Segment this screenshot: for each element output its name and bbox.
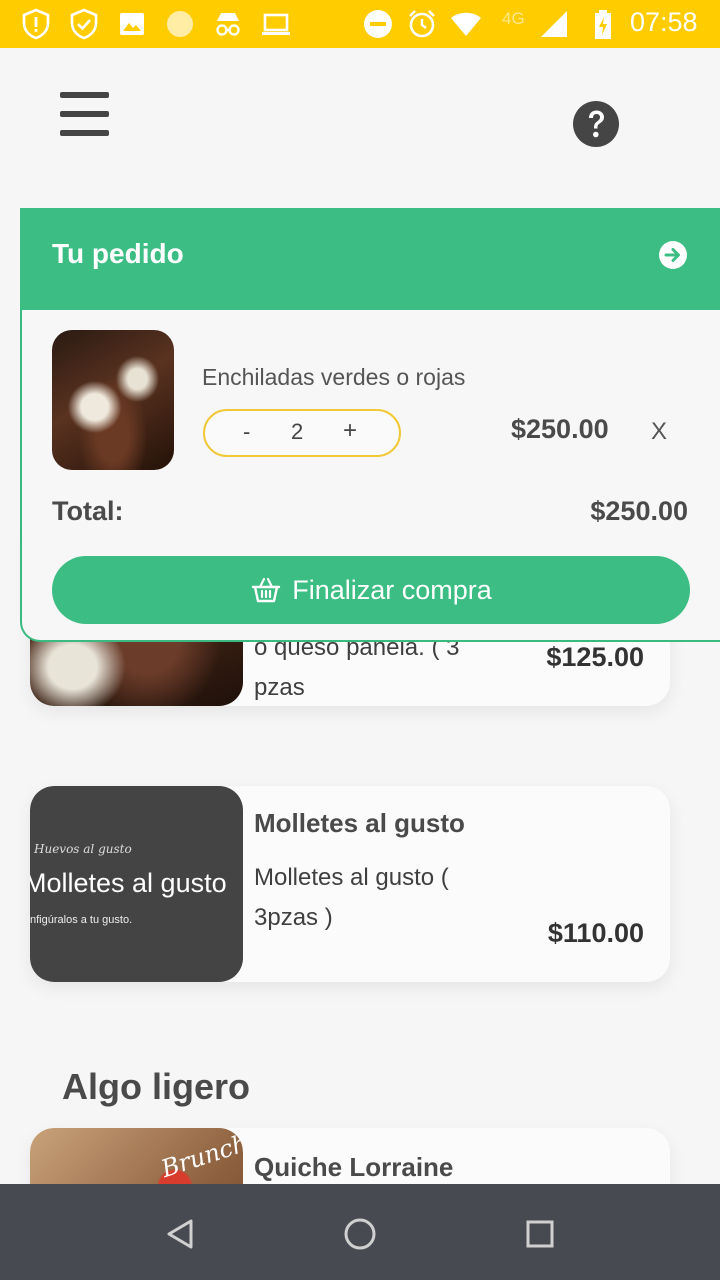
status-bar: 4G 07:58 [0,0,720,48]
back-triangle-icon[interactable] [160,1214,200,1254]
order-panel: Tu pedido Enchiladas verdes o rojas - 2 … [20,208,720,642]
remove-item-button[interactable]: X [651,418,667,446]
order-header: Tu pedido [20,208,720,310]
section-title: Algo ligero [62,1066,250,1107]
battery-charging-icon [588,8,620,40]
alert-shield-icon [20,8,52,40]
decrease-quantity-button[interactable]: - [243,419,250,445]
product-price: $125.00 [546,642,644,672]
product-image: Huevos al gusto Molletes al gusto nfigúr… [30,786,243,982]
home-circle-icon[interactable] [340,1214,380,1254]
navigation-bar [0,1184,720,1280]
wifi-icon [450,8,482,40]
checkout-button[interactable]: Finalizar compra [52,556,690,624]
sun-icon [164,8,196,40]
product-title: Quiche Lorraine [254,1152,454,1182]
product-card[interactable]: Huevos al gusto Molletes al gusto nfigúr… [30,786,670,982]
incognito-icon [212,8,244,40]
total-value: $250.00 [590,496,688,526]
clock: 07:58 [630,7,698,37]
order-title: Tu pedido [52,238,184,269]
image-caption: Huevos al gusto [34,842,132,856]
order-item-image [52,330,174,470]
order-item-price: $250.00 [511,414,609,444]
quantity-value: 2 [291,419,304,444]
help-question-icon[interactable] [572,100,620,148]
image-icon [116,8,148,40]
increase-quantity-button[interactable]: + [343,417,357,445]
image-subtitle: nfigúralos a tu gusto. [30,914,133,926]
total-label: Total: [52,496,124,526]
product-price: $110.00 [547,918,644,948]
order-item-name: Enchiladas verdes o rojas [202,364,466,390]
alarm-icon [406,8,438,40]
arrow-right-circle-icon[interactable] [658,240,688,270]
network-type: 4G [502,9,525,28]
signal-icon [538,8,570,40]
hamburger-menu-icon[interactable] [56,88,114,140]
check-shield-icon [68,8,100,40]
product-title: Molletes al gusto [254,808,465,838]
do-not-disturb-icon [362,8,394,40]
product-description: Molletes al gusto ( 3pzas ) [254,864,449,931]
basket-icon [250,574,282,606]
checkout-label: Finalizar compra [292,574,492,605]
recents-square-icon[interactable] [520,1214,560,1254]
image-title: Molletes al gusto [30,868,227,898]
laptop-icon [260,8,292,40]
image-caption: Brunch [157,1128,243,1184]
quantity-stepper: - 2 + [203,409,401,457]
